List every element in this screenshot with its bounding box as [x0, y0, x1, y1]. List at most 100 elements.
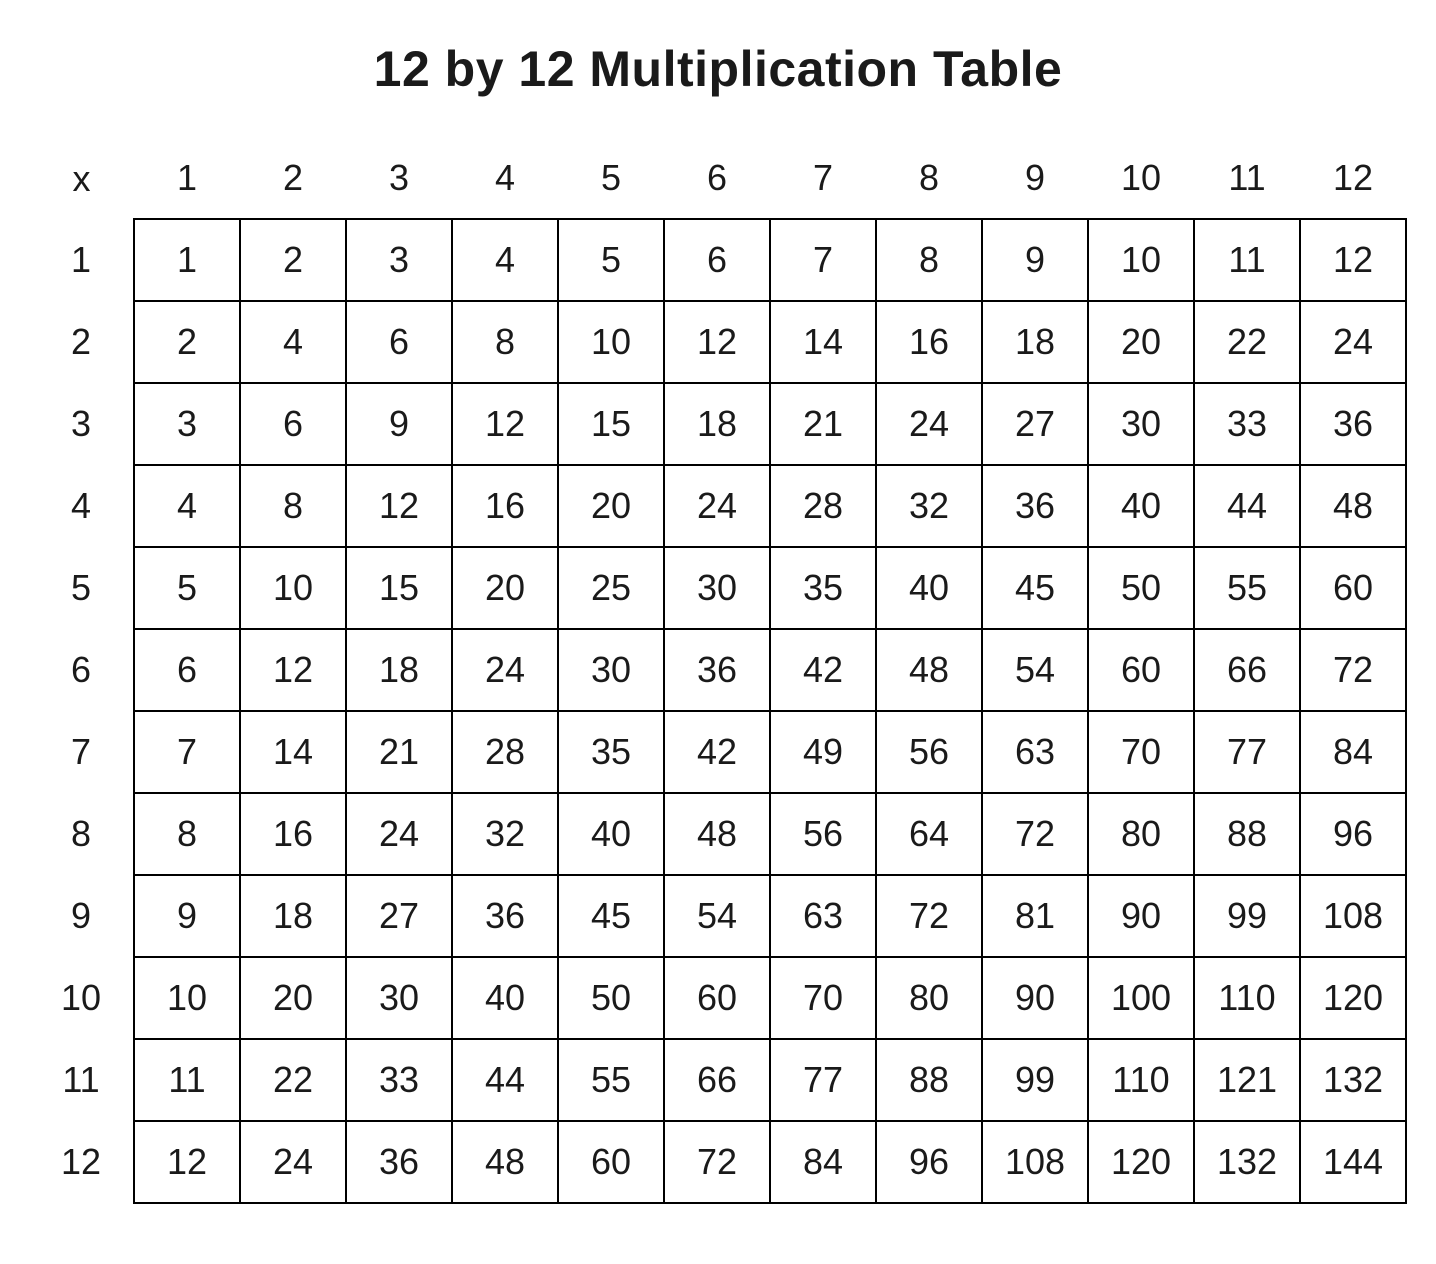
cell: 12: [664, 301, 770, 383]
cell: 3: [134, 383, 240, 465]
table-row: 8 8 16 24 32 40 48 56 64 72 80 88 96: [29, 793, 1406, 875]
cell: 10: [240, 547, 346, 629]
cell: 54: [664, 875, 770, 957]
row-header: 8: [29, 793, 134, 875]
cell: 8: [240, 465, 346, 547]
cell: 30: [664, 547, 770, 629]
table-row: 3 3 6 9 12 15 18 21 24 27 30 33 36: [29, 383, 1406, 465]
cell: 22: [1194, 301, 1300, 383]
cell: 10: [1088, 219, 1194, 301]
cell: 48: [664, 793, 770, 875]
cell: 30: [1088, 383, 1194, 465]
cell: 35: [558, 711, 664, 793]
cell: 9: [346, 383, 452, 465]
table-row: 10 10 20 30 40 50 60 70 80 90 100 110 12…: [29, 957, 1406, 1039]
cell: 132: [1300, 1039, 1406, 1121]
cell: 18: [346, 629, 452, 711]
multiplication-table: x 1 2 3 4 5 6 7 8 9 10 11 12 1 1 2 3 4: [29, 138, 1407, 1204]
cell: 24: [346, 793, 452, 875]
cell: 14: [240, 711, 346, 793]
cell: 77: [1194, 711, 1300, 793]
cell: 27: [346, 875, 452, 957]
col-header: 5: [558, 138, 664, 219]
cell: 16: [240, 793, 346, 875]
cell: 40: [558, 793, 664, 875]
cell: 60: [1088, 629, 1194, 711]
table-row: 5 5 10 15 20 25 30 35 40 45 50 55 60: [29, 547, 1406, 629]
cell: 48: [1300, 465, 1406, 547]
cell: 12: [452, 383, 558, 465]
cell: 11: [1194, 219, 1300, 301]
cell: 7: [134, 711, 240, 793]
cell: 88: [1194, 793, 1300, 875]
cell: 44: [1194, 465, 1300, 547]
row-header: 2: [29, 301, 134, 383]
cell: 24: [1300, 301, 1406, 383]
cell: 110: [1194, 957, 1300, 1039]
row-header: 9: [29, 875, 134, 957]
table-row: 1 1 2 3 4 5 6 7 8 9 10 11 12: [29, 219, 1406, 301]
cell: 88: [876, 1039, 982, 1121]
cell: 42: [770, 629, 876, 711]
cell: 100: [1088, 957, 1194, 1039]
cell: 96: [1300, 793, 1406, 875]
cell: 9: [134, 875, 240, 957]
cell: 66: [664, 1039, 770, 1121]
row-header: 12: [29, 1121, 134, 1203]
cell: 24: [240, 1121, 346, 1203]
cell: 66: [1194, 629, 1300, 711]
cell: 11: [134, 1039, 240, 1121]
cell: 9: [982, 219, 1088, 301]
cell: 90: [1088, 875, 1194, 957]
cell: 84: [770, 1121, 876, 1203]
cell: 81: [982, 875, 1088, 957]
col-header: 10: [1088, 138, 1194, 219]
cell: 6: [346, 301, 452, 383]
cell: 55: [558, 1039, 664, 1121]
cell: 132: [1194, 1121, 1300, 1203]
cell: 44: [452, 1039, 558, 1121]
cell: 20: [558, 465, 664, 547]
cell: 80: [876, 957, 982, 1039]
cell: 20: [1088, 301, 1194, 383]
row-header: 7: [29, 711, 134, 793]
cell: 55: [1194, 547, 1300, 629]
cell: 18: [664, 383, 770, 465]
cell: 5: [134, 547, 240, 629]
cell: 110: [1088, 1039, 1194, 1121]
col-header: 6: [664, 138, 770, 219]
cell: 10: [558, 301, 664, 383]
cell: 28: [770, 465, 876, 547]
row-header: 6: [29, 629, 134, 711]
row-header: 3: [29, 383, 134, 465]
cell: 54: [982, 629, 1088, 711]
cell: 4: [240, 301, 346, 383]
cell: 120: [1300, 957, 1406, 1039]
cell: 14: [770, 301, 876, 383]
cell: 63: [982, 711, 1088, 793]
cell: 15: [558, 383, 664, 465]
cell: 18: [982, 301, 1088, 383]
cell: 8: [452, 301, 558, 383]
cell: 48: [876, 629, 982, 711]
cell: 28: [452, 711, 558, 793]
cell: 36: [346, 1121, 452, 1203]
cell: 6: [664, 219, 770, 301]
cell: 1: [134, 219, 240, 301]
col-header: 8: [876, 138, 982, 219]
cell: 12: [134, 1121, 240, 1203]
cell: 144: [1300, 1121, 1406, 1203]
cell: 80: [1088, 793, 1194, 875]
cell: 5: [558, 219, 664, 301]
cell: 10: [134, 957, 240, 1039]
cell: 64: [876, 793, 982, 875]
col-header: 11: [1194, 138, 1300, 219]
row-header: 1: [29, 219, 134, 301]
cell: 77: [770, 1039, 876, 1121]
cell: 12: [1300, 219, 1406, 301]
cell: 12: [346, 465, 452, 547]
col-header: 1: [134, 138, 240, 219]
cell: 40: [876, 547, 982, 629]
cell: 32: [452, 793, 558, 875]
cell: 72: [1300, 629, 1406, 711]
